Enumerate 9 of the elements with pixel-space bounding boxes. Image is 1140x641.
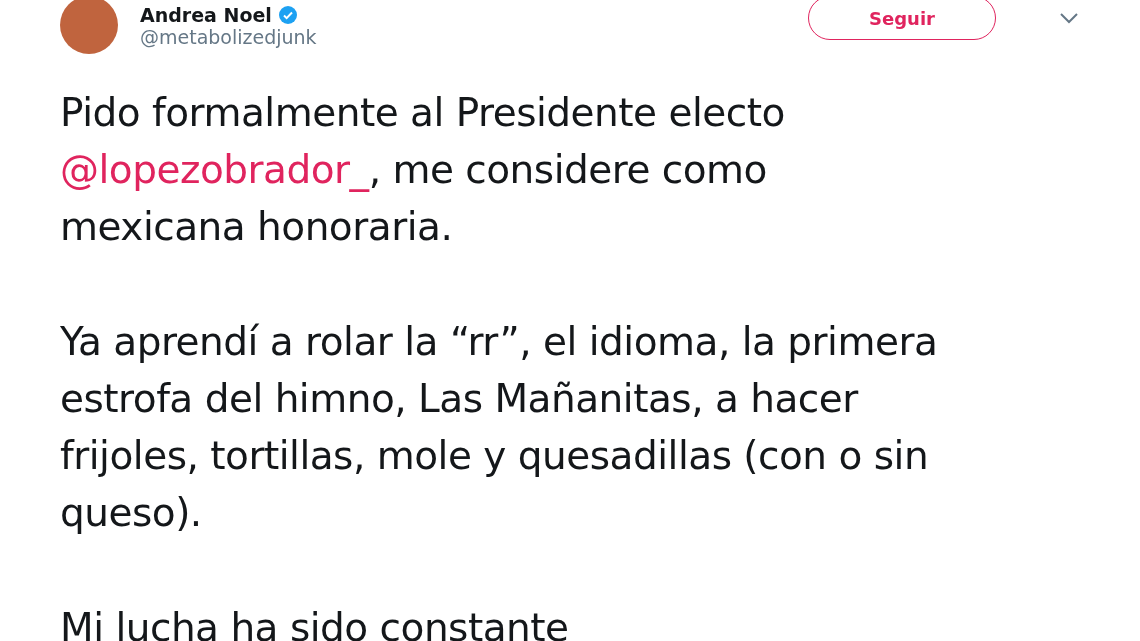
tweet-paragraph: Ya aprendí a rolar la “rr”, el idioma, la primera estrofa del himno, Las Mañanitas, a hacer frijoles, tortillas, mole y quesadillas (con o sin queso). [60,318,939,537]
author-handle: @metabolizedjunk [140,25,318,49]
avatar[interactable] [60,0,118,54]
chevron-down-icon[interactable] [1058,11,1080,25]
tweet-paragraph: Mi lucha ha sido constante [60,604,570,641]
tweet-paragraph: Pido formalmente al Presidente electo @lopezobrador_, me considere como mexicana honoraria. [60,89,786,251]
mention-link[interactable]: @lopezobrador_ [60,147,369,192]
author-name: Andrea Noel [140,5,272,25]
follow-button[interactable]: Seguir [808,0,996,40]
